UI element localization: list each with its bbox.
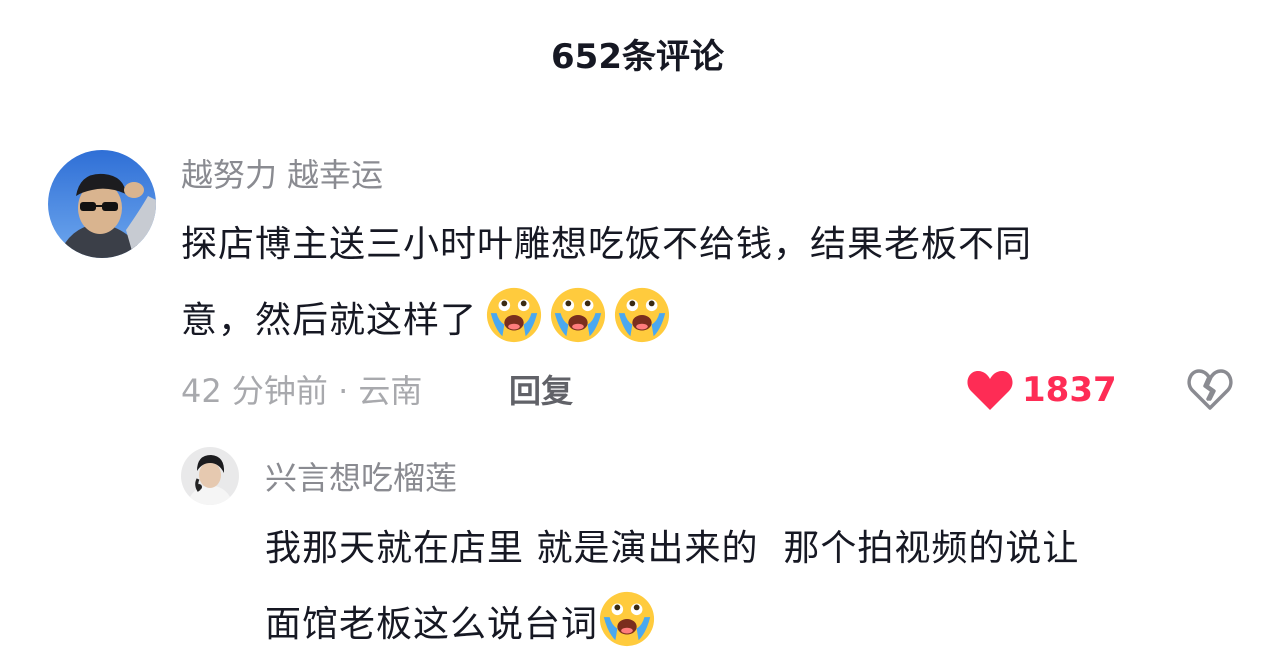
avatar[interactable]: [181, 447, 239, 505]
crying-face-icon: [614, 287, 670, 343]
reply-text-line: 面馆老板这么说台词: [265, 587, 1255, 663]
crying-face-icon: [486, 287, 542, 343]
comment-text: 探店博主送三小时叶雕想吃饭不给钱，结果老板不同 意，然后就这样了: [181, 207, 1221, 359]
comment-count-title: 652条评论: [551, 37, 724, 77]
reply-text: 我那天就在店里 就是演出来的 那个拍视频的说让 面馆老板这么说台词: [265, 511, 1255, 663]
comment-text-line: 探店博主送三小时叶雕想吃饭不给钱，结果老板不同: [181, 224, 1033, 265]
reply-text-tail: 面馆老板这么说台词: [265, 604, 599, 645]
crying-face-icon: [599, 591, 655, 647]
reply-text-line: 我那天就在店里 就是演出来的 那个拍视频的说让: [265, 528, 1080, 569]
broken-heart-icon: [1187, 369, 1233, 410]
comment-text-tail: 意，然后就这样了: [181, 300, 478, 341]
heart-icon: [967, 371, 1013, 410]
dislike-button[interactable]: [1186, 367, 1234, 415]
like-button[interactable]: 1837: [966, 368, 1117, 412]
comment-time-location: 42 分钟前 · 云南: [181, 372, 423, 410]
like-count: 1837: [1022, 370, 1117, 410]
comment-text-line: 意，然后就这样了: [181, 283, 1221, 359]
comment-username[interactable]: 越努力 越幸运: [181, 155, 383, 195]
reply-button[interactable]: 回复: [509, 371, 573, 411]
reply-username[interactable]: 兴言想吃榴莲: [265, 458, 457, 498]
crying-face-icon: [550, 287, 606, 343]
avatar[interactable]: [48, 150, 156, 258]
